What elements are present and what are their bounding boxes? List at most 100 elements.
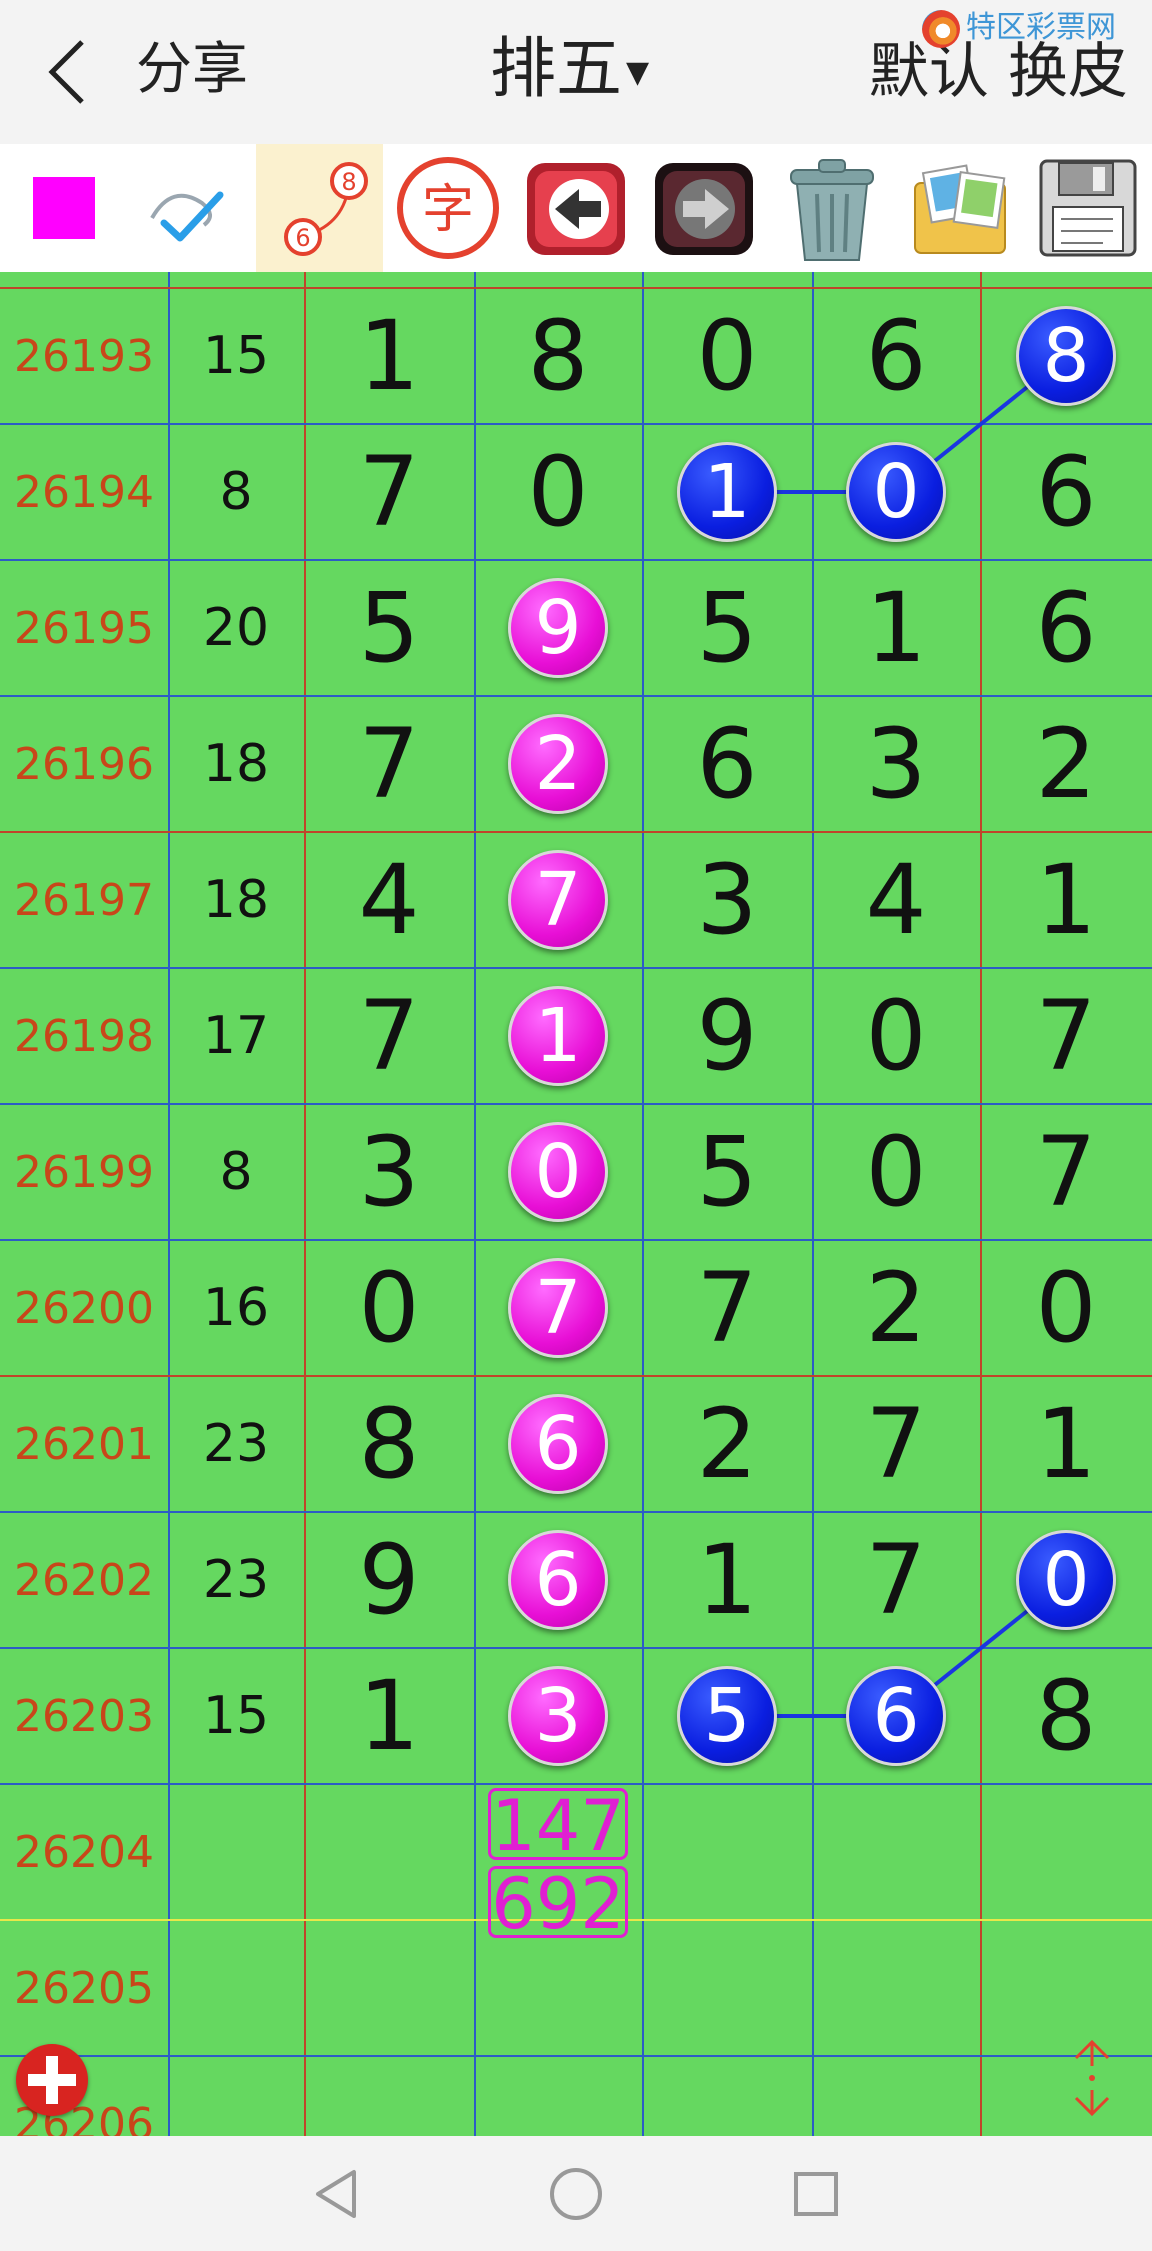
digit-cell[interactable]: 1 [980, 1376, 1152, 1512]
digit-cell[interactable]: 0 [812, 968, 980, 1104]
digit-cell[interactable]: 5 [304, 560, 474, 696]
digit-cell[interactable]: 8 [304, 1376, 474, 1512]
digit-cell[interactable]: 0 [980, 1240, 1152, 1376]
digit-cell[interactable]: 0 [474, 1104, 642, 1240]
square-recent-icon [794, 2172, 838, 2216]
digit-cell[interactable]: 9 [642, 968, 812, 1104]
digit-cell[interactable]: 7 [304, 968, 474, 1104]
scroll-handle[interactable] [1070, 2036, 1114, 2120]
digit-cell[interactable] [642, 1920, 812, 2056]
share-button[interactable]: 分享 [136, 30, 248, 110]
undo-button[interactable] [512, 144, 639, 272]
digit-value: 1 [696, 1524, 758, 1636]
digit-cell[interactable] [304, 1920, 474, 2056]
digit-cell[interactable]: 6 [474, 1376, 642, 1512]
digit-cell[interactable]: 8 [474, 288, 642, 424]
digit-cell[interactable]: 0 [812, 1104, 980, 1240]
svg-text:字: 字 [421, 180, 473, 240]
digit-cell[interactable]: 7 [980, 968, 1152, 1104]
system-navbar [0, 2136, 1152, 2251]
digit-cell[interactable]: 8 [980, 1648, 1152, 1784]
digit-cell[interactable] [812, 1920, 980, 2056]
redo-button[interactable] [640, 144, 767, 272]
digit-cell[interactable]: 0 [474, 424, 642, 560]
digit-cell[interactable]: 8 [980, 288, 1152, 424]
digit-cell[interactable]: 0 [980, 1512, 1152, 1648]
digit-value: 1 [1035, 1388, 1097, 1500]
digit-value: 8 [527, 300, 589, 412]
digit-value: 5 [696, 572, 758, 684]
digit-cell[interactable]: 1 [642, 1512, 812, 1648]
table-row: 26201 23 8 6 2 7 1 [0, 1376, 1152, 1512]
save-button[interactable] [1024, 144, 1151, 272]
digit-cell[interactable]: 5 [642, 1104, 812, 1240]
period-number: 26202 [14, 1554, 154, 1606]
sum-value: 17 [202, 1006, 270, 1066]
digit-cell[interactable]: 1 [304, 288, 474, 424]
back-button[interactable] [40, 34, 100, 110]
prediction-box[interactable]: 692 [488, 1866, 628, 1939]
digit-value: 7 [358, 708, 420, 820]
digit-cell[interactable]: 7 [812, 1512, 980, 1648]
digit-cell[interactable]: 1 [812, 560, 980, 696]
trash-button[interactable] [768, 144, 895, 272]
digit-cell[interactable]: 7 [474, 832, 642, 968]
digit-cell[interactable]: 6 [812, 288, 980, 424]
digit-cell[interactable] [980, 1784, 1152, 1920]
digit-cell[interactable]: 4 [304, 832, 474, 968]
digit-value: 6 [696, 708, 758, 820]
digit-cell[interactable]: 5 [642, 560, 812, 696]
digit-cell[interactable]: 1 [980, 832, 1152, 968]
photo-button[interactable] [896, 144, 1023, 272]
prediction-box[interactable]: 147 [488, 1788, 628, 1861]
digit-cell[interactable]: 2 [642, 1376, 812, 1512]
digit-cell[interactable] [642, 1784, 812, 1920]
digit-cell[interactable]: 3 [812, 696, 980, 832]
digit-cell[interactable]: 5 [642, 1648, 812, 1784]
add-button[interactable] [16, 2044, 88, 2116]
nav-back-button[interactable] [308, 2164, 368, 2224]
connect-tool-button[interactable]: 8 6 [256, 144, 383, 272]
digit-cell[interactable]: 0 [642, 288, 812, 424]
digit-cell[interactable]: 2 [812, 1240, 980, 1376]
color-picker-button[interactable] [0, 144, 127, 272]
digit-cell[interactable]: 1 [642, 424, 812, 560]
digit-cell[interactable]: 9 [304, 1512, 474, 1648]
digit-cell[interactable]: 3 [642, 832, 812, 968]
lottery-type-dropdown[interactable]: 排五 ▼ [490, 26, 649, 116]
sum-value: 18 [202, 734, 270, 794]
pen-tool-button[interactable] [128, 144, 255, 272]
nav-home-button[interactable] [546, 2164, 606, 2224]
digit-cell[interactable]: 3 [304, 1104, 474, 1240]
digit-cell[interactable]: 1 [474, 968, 642, 1104]
digit-value: 3 [358, 1116, 420, 1228]
nav-recent-button[interactable] [786, 2164, 846, 2224]
svg-text:8: 8 [341, 168, 356, 196]
digit-cell[interactable]: 4 [812, 832, 980, 968]
table-row: 26203 15 1 3 5 6 8 [0, 1648, 1152, 1784]
digit-cell[interactable] [980, 1920, 1152, 2056]
digit-cell[interactable]: 7 [304, 696, 474, 832]
digit-cell[interactable]: 7 [812, 1376, 980, 1512]
digit-cell[interactable]: 7 [304, 424, 474, 560]
text-tool-button[interactable]: 字 [384, 144, 511, 272]
digit-cell[interactable]: 7 [474, 1240, 642, 1376]
digit-cell[interactable]: 7 [980, 1104, 1152, 1240]
digit-cell[interactable] [812, 1784, 980, 1920]
digit-cell[interactable]: 6 [980, 560, 1152, 696]
digit-cell[interactable] [304, 1784, 474, 1920]
digit-cell[interactable]: 6 [642, 696, 812, 832]
magenta-ball-marker: 6 [508, 1394, 608, 1494]
digit-cell[interactable]: 1 [304, 1648, 474, 1784]
digit-cell[interactable]: 7 [642, 1240, 812, 1376]
digit-cell[interactable]: 6 [812, 1648, 980, 1784]
digit-cell[interactable]: 6 [474, 1512, 642, 1648]
digit-cell[interactable]: 9 [474, 560, 642, 696]
digit-cell[interactable]: 6 [980, 424, 1152, 560]
digit-cell[interactable]: 2 [474, 696, 642, 832]
digit-cell[interactable]: 0 [304, 1240, 474, 1376]
digit-cell[interactable]: 2 [980, 696, 1152, 832]
digit-value: 0 [527, 436, 589, 548]
digit-cell[interactable]: 3 [474, 1648, 642, 1784]
digit-cell[interactable]: 0 [812, 424, 980, 560]
